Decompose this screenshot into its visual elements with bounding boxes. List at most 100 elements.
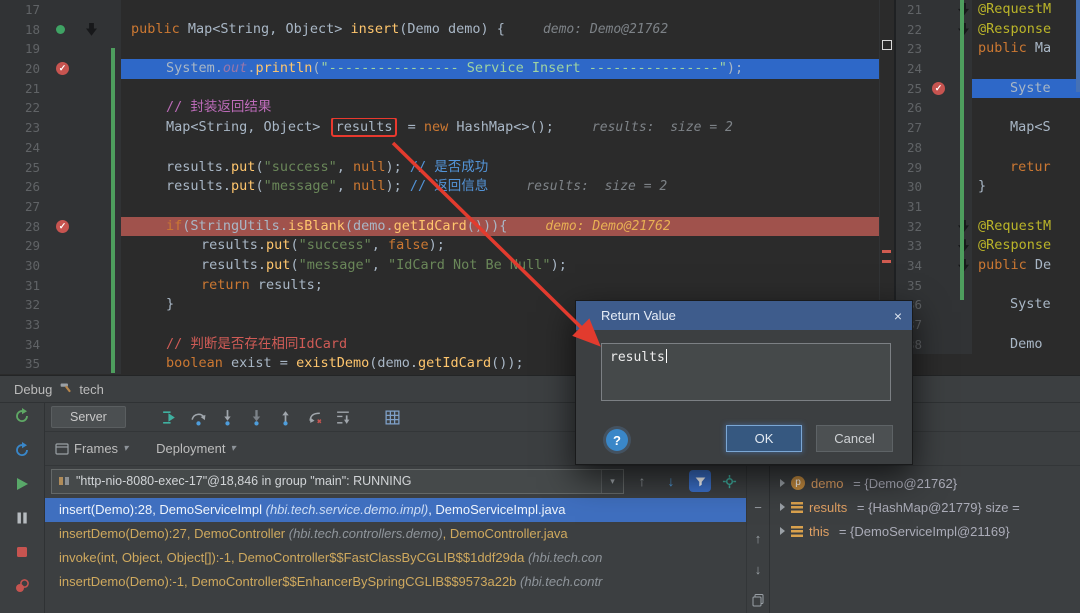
gutter-icons[interactable] <box>46 236 121 256</box>
gutter-icons[interactable] <box>46 335 121 355</box>
thread-selector[interactable]: "http-nio-8080-exec-17"@18,846 in group … <box>51 469 624 494</box>
expand-arrow-icon[interactable] <box>780 479 785 487</box>
code-line[interactable]: 27 <box>0 197 879 217</box>
variable-row[interactable]: pdemo = {Demo@21762} <box>770 471 1080 495</box>
step-into-icon[interactable] <box>218 407 238 427</box>
stack-frame-row[interactable]: insert(Demo):28, DemoServiceImpl (hbi.te… <box>45 498 746 522</box>
pause-icon[interactable] <box>13 509 31 527</box>
gutter-icons[interactable] <box>46 295 121 315</box>
code-line[interactable]: 22// 封装返回结果 <box>0 98 879 118</box>
gutter-icons[interactable]: ✓ <box>46 217 121 237</box>
gutter-icons[interactable] <box>928 256 972 276</box>
ok-button[interactable]: OK <box>726 425 802 452</box>
variable-row[interactable]: results = {HashMap@21779} size = <box>770 495 1080 519</box>
up-arrow-icon[interactable]: ↑ <box>755 531 762 546</box>
gutter-icons[interactable] <box>46 197 121 217</box>
view-breakpoints-icon[interactable] <box>13 577 31 595</box>
code-line[interactable]: 23Map<String, Object> results = new Hash… <box>0 118 879 138</box>
help-button[interactable]: ? <box>606 429 628 451</box>
gutter-icons[interactable] <box>928 236 972 256</box>
code-line[interactable]: 29retur <box>896 158 1080 178</box>
code-line[interactable]: 34public De <box>896 256 1080 276</box>
code-line[interactable]: 17 <box>0 0 879 20</box>
previous-frame-icon[interactable]: ↑ <box>631 470 653 492</box>
code-line[interactable]: 18public Map<String, Object> insert(Demo… <box>0 20 879 40</box>
tab-frames[interactable]: Frames▾ <box>55 441 128 456</box>
close-icon[interactable]: × <box>894 308 902 324</box>
code-line[interactable]: 25results.put("success", null); // 是否成功 <box>0 158 879 178</box>
step-out-icon[interactable] <box>276 407 296 427</box>
gutter-icons[interactable] <box>928 276 972 296</box>
gutter-icons[interactable] <box>46 98 121 118</box>
gutter-icons[interactable] <box>46 20 121 40</box>
breakpoint-icon[interactable]: ✓ <box>56 220 69 233</box>
code-line[interactable]: 20✓System.out.println("---------------- … <box>0 59 879 79</box>
gutter-icons[interactable]: ✓ <box>46 59 121 79</box>
drop-frame-icon[interactable] <box>305 407 325 427</box>
code-line[interactable]: 24 <box>896 59 1080 79</box>
chevron-down-icon[interactable]: ▾ <box>601 470 623 493</box>
tab-debug[interactable]: Debug <box>14 382 52 397</box>
code-line[interactable]: 23public Ma <box>896 39 1080 59</box>
scrollbar-thumb[interactable] <box>1076 0 1080 92</box>
gutter-icons[interactable] <box>928 118 972 138</box>
gutter-icons[interactable] <box>46 354 121 374</box>
show-execution-point-icon[interactable] <box>160 407 180 427</box>
gutter-icons[interactable] <box>46 177 121 197</box>
code-line[interactable]: 22@Response <box>896 20 1080 40</box>
code-line[interactable]: 36Syste <box>896 295 1080 315</box>
gutter-icons[interactable] <box>928 59 972 79</box>
gutter-icons[interactable]: ✓ <box>928 79 972 99</box>
gutter-icons[interactable] <box>928 20 972 40</box>
force-step-into-icon[interactable] <box>247 407 267 427</box>
gutter-icons[interactable] <box>928 315 972 335</box>
gutter-icons[interactable] <box>928 138 972 158</box>
code-line[interactable]: 31return results; <box>0 276 879 296</box>
rerun-icon[interactable] <box>13 407 31 425</box>
code-line[interactable]: 26 <box>896 98 1080 118</box>
return-value-input[interactable]: results <box>601 343 891 401</box>
gutter-icons[interactable] <box>46 39 121 59</box>
gutter-icons[interactable] <box>928 197 972 217</box>
settings-icon[interactable] <box>718 470 740 492</box>
gutter-icons[interactable] <box>928 0 972 20</box>
code-line[interactable]: 30results.put("message", "IdCard Not Be … <box>0 256 879 276</box>
update-application-icon[interactable] <box>13 441 31 459</box>
code-line[interactable]: 33@Response <box>896 236 1080 256</box>
gutter-icons[interactable] <box>46 0 121 20</box>
cancel-button[interactable]: Cancel <box>816 425 893 452</box>
breakpoint-icon[interactable]: ✓ <box>56 62 69 75</box>
code-line[interactable]: 38Demo <box>896 335 1080 355</box>
tab-deployment[interactable]: Deployment▾ <box>156 441 235 456</box>
run-to-cursor-icon[interactable] <box>334 407 354 427</box>
variable-row[interactable]: this = {DemoServiceImpl@21169} <box>770 519 1080 543</box>
code-line[interactable]: 28✓if(StringUtils.isBlank(demo.getIdCard… <box>0 217 879 237</box>
code-line[interactable]: 28 <box>896 138 1080 158</box>
step-over-icon[interactable] <box>189 407 209 427</box>
stack-frame-row[interactable]: insertDemo(Demo):-1, DemoController$$Enh… <box>45 570 746 594</box>
code-line[interactable]: 32@RequestM <box>896 217 1080 237</box>
code-line[interactable]: 25✓Syste <box>896 79 1080 99</box>
stack-frame-row[interactable]: insertDemo(Demo):27, DemoController (hbi… <box>45 522 746 546</box>
editor-right[interactable]: 21@RequestM22@Response23public Ma2425✓Sy… <box>894 0 1080 375</box>
collapse-icon[interactable]: − <box>754 500 762 515</box>
gutter-icons[interactable] <box>928 39 972 59</box>
gutter-icons[interactable] <box>928 217 972 237</box>
gutter-icons[interactable] <box>46 315 121 335</box>
gutter-icons[interactable] <box>928 335 972 355</box>
memory-view-icon[interactable] <box>383 407 403 427</box>
down-arrow-icon[interactable]: ↓ <box>755 562 762 577</box>
gutter-icons[interactable] <box>46 276 121 296</box>
code-line[interactable]: 29results.put("success", false); <box>0 236 879 256</box>
code-line[interactable]: 30} <box>896 177 1080 197</box>
gutter-icons[interactable] <box>928 158 972 178</box>
filter-frames-icon[interactable] <box>689 470 711 492</box>
code-line[interactable]: 27Map<S <box>896 118 1080 138</box>
code-line[interactable]: 21 <box>0 79 879 99</box>
dialog-title-bar[interactable]: Return Value × <box>576 301 912 330</box>
gutter-icons[interactable] <box>928 98 972 118</box>
code-line[interactable]: 31 <box>896 197 1080 217</box>
code-line[interactable]: 21@RequestM <box>896 0 1080 20</box>
expand-arrow-icon[interactable] <box>780 527 785 535</box>
resume-icon[interactable] <box>13 475 31 493</box>
